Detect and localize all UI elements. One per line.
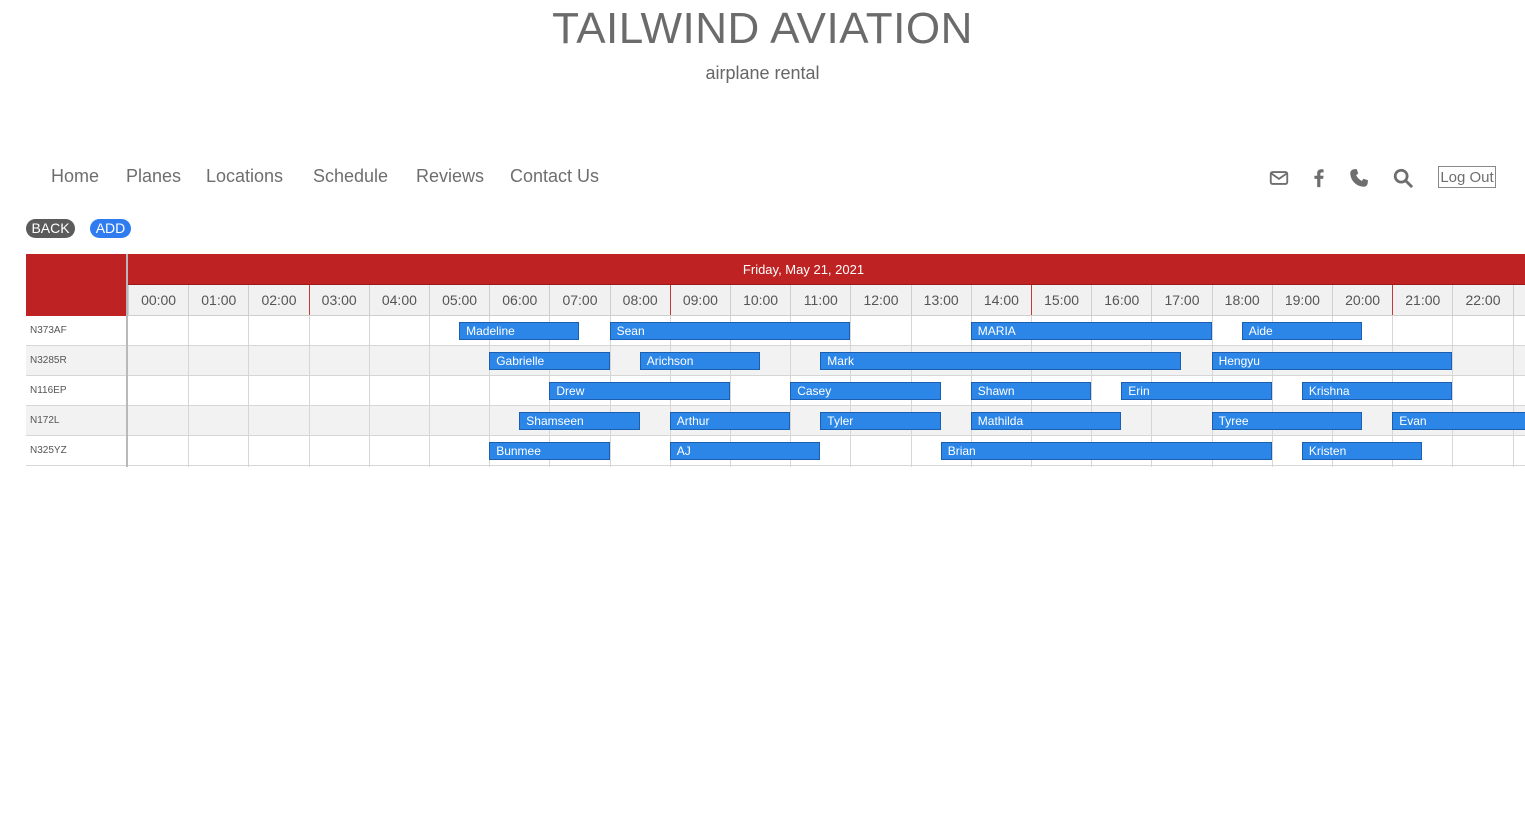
date-header: Friday, May 21, 2021	[128, 254, 1525, 285]
hour-label: 07:00	[549, 285, 609, 315]
hour-label: 16:00	[1091, 285, 1151, 315]
booking-event[interactable]: AJ	[669, 442, 821, 460]
hour-gridline	[248, 316, 250, 467]
booking-event[interactable]: Arthur	[669, 412, 791, 430]
hour-label: 06:00	[489, 285, 549, 315]
booking-event[interactable]: Mathilda	[970, 412, 1122, 430]
hour-label: 08:00	[609, 285, 670, 315]
booking-event[interactable]: Aide	[1241, 322, 1363, 340]
hour-gridline	[308, 316, 310, 467]
booking-event[interactable]: Krishna	[1301, 382, 1453, 400]
hour-label: 17:00	[1151, 285, 1211, 315]
hour-label: 14:00	[970, 285, 1031, 315]
hour-label: 11:00	[790, 285, 850, 315]
hour-label: 18:00	[1211, 285, 1272, 315]
logout-button[interactable]: Log Out	[1438, 166, 1496, 188]
hour-label: 13:00	[910, 285, 971, 315]
booking-event[interactable]: Arichson	[639, 352, 761, 370]
hour-label: 10:00	[730, 285, 790, 315]
nav-locations[interactable]: Locations	[206, 166, 283, 187]
hour-label: 05:00	[429, 285, 489, 315]
hour-label: 12:00	[850, 285, 910, 315]
phone-icon[interactable]	[1348, 167, 1370, 189]
aircraft-label: N373AF	[30, 325, 67, 336]
nav-reviews[interactable]: Reviews	[416, 166, 484, 187]
hour-gridline	[1452, 316, 1454, 467]
booking-event[interactable]: Sean	[609, 322, 851, 340]
hour-label: 20:00	[1332, 285, 1392, 315]
aircraft-label: N172L	[30, 415, 60, 426]
aircraft-label: N325YZ	[30, 445, 67, 456]
hour-header-row: 00:00 01:00 02:00 03:00 04:00 05:00 06:00 07:00…	[128, 285, 1525, 316]
hour-label: 22:00	[1452, 285, 1512, 315]
hour-label: 00:00	[128, 285, 188, 315]
booking-event[interactable]: Kristen	[1301, 442, 1423, 460]
hour-gridline	[188, 316, 190, 467]
hour-gridline	[368, 316, 370, 467]
booking-event[interactable]: Tyler	[820, 412, 941, 430]
booking-event[interactable]: Madeline	[459, 322, 580, 340]
nav-contact-us[interactable]: Contact Us	[510, 166, 599, 187]
hour-gridline	[429, 316, 430, 467]
nav-planes[interactable]: Planes	[126, 166, 181, 187]
booking-event[interactable]: Shamseen	[519, 412, 640, 430]
booking-event[interactable]: Gabrielle	[489, 352, 610, 370]
nav-schedule[interactable]: Schedule	[313, 166, 388, 187]
resource-header-corner	[26, 254, 126, 316]
hour-label: 15:00	[1031, 285, 1091, 315]
booking-event[interactable]: Shawn	[970, 382, 1092, 400]
search-icon[interactable]	[1392, 167, 1414, 189]
booking-event[interactable]: MARIA	[970, 322, 1212, 340]
hour-label: 09:00	[669, 285, 730, 315]
hour-gridline	[1512, 316, 1514, 467]
hour-label: 21:00	[1392, 285, 1452, 315]
aircraft-label: N116EP	[30, 385, 67, 396]
booking-event[interactable]: Bunmee	[489, 442, 610, 460]
nav-home[interactable]: Home	[51, 166, 99, 187]
hour-label: 19:00	[1271, 285, 1332, 315]
booking-event[interactable]: Casey	[790, 382, 941, 400]
resource-row: N116EP	[26, 376, 1525, 406]
booking-event[interactable]: Evan	[1392, 412, 1525, 430]
hour-label: 23:00	[1512, 285, 1525, 315]
envelope-icon[interactable]	[1268, 167, 1290, 189]
booking-event[interactable]: Erin	[1121, 382, 1272, 400]
hour-label: 04:00	[368, 285, 429, 315]
facebook-icon[interactable]	[1308, 167, 1330, 189]
hour-label: 01:00	[188, 285, 248, 315]
aircraft-label: N3285R	[30, 355, 67, 366]
site-title: TAILWIND AVIATION	[552, 4, 973, 53]
date-label: Friday, May 21, 2021	[742, 262, 865, 277]
booking-event[interactable]: Hengyu	[1211, 352, 1453, 370]
add-button[interactable]: ADD	[90, 219, 131, 238]
booking-event[interactable]: Mark	[820, 352, 1182, 370]
resource-column-divider	[126, 254, 128, 467]
back-button[interactable]: BACK	[26, 219, 75, 238]
booking-event[interactable]: Brian	[940, 442, 1272, 460]
hour-label: 03:00	[308, 285, 369, 315]
booking-event[interactable]: Tyree	[1211, 412, 1363, 430]
booking-event[interactable]: Drew	[549, 382, 730, 400]
hour-label: 02:00	[248, 285, 308, 315]
schedule-timeline: Friday, May 21, 2021 00:00 01:00 02:00 03:0…	[26, 254, 1525, 467]
site-subtitle: airplane rental	[705, 63, 820, 83]
